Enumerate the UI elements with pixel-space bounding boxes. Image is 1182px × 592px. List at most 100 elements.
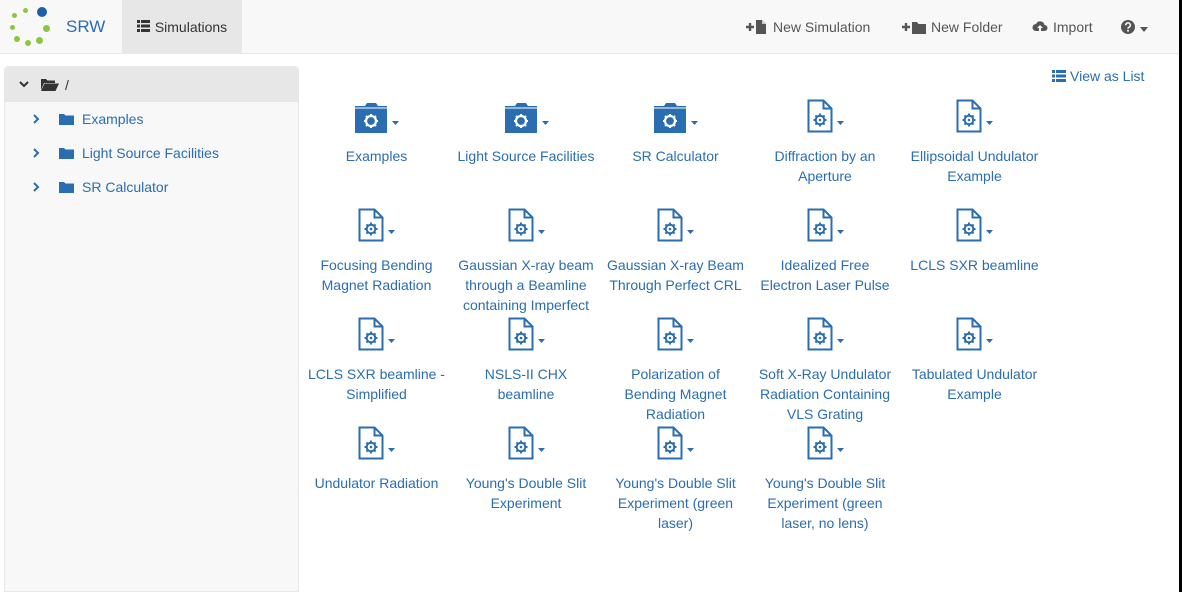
folder-card-label[interactable]: Examples xyxy=(302,146,451,166)
simulation-card[interactable]: LCLS SXR beamline - Simplified xyxy=(302,317,451,404)
simulation-card-label[interactable]: Polarization of Bending Magnet Radiation xyxy=(601,364,750,424)
caret-down-icon[interactable] xyxy=(687,439,694,455)
card-icon-wrap[interactable] xyxy=(601,208,750,245)
card-icon-wrap[interactable] xyxy=(601,100,750,136)
caret-down-icon[interactable] xyxy=(836,221,844,237)
file-gear-icon[interactable] xyxy=(807,426,833,463)
folder-card[interactable]: SR Calculator xyxy=(601,100,750,166)
file-gear-icon[interactable] xyxy=(956,99,982,136)
help-dropdown[interactable] xyxy=(1121,0,1148,54)
simulation-card[interactable]: Soft X-Ray Undulator Radiation Containin… xyxy=(751,317,900,424)
file-gear-icon[interactable] xyxy=(956,208,982,245)
card-icon-wrap[interactable] xyxy=(751,99,900,136)
file-gear-icon[interactable] xyxy=(657,426,683,463)
card-icon-wrap[interactable] xyxy=(751,208,900,245)
chevron-right-icon[interactable] xyxy=(33,182,47,192)
file-gear-icon[interactable] xyxy=(358,426,384,463)
simulation-card-label[interactable]: Diffraction by an Aperture xyxy=(751,146,900,186)
simulation-card-label[interactable]: Ellipsoidal Undulator Example xyxy=(900,146,1049,186)
card-icon-wrap[interactable] xyxy=(452,317,601,354)
caret-down-icon[interactable] xyxy=(836,330,844,346)
card-icon-wrap[interactable] xyxy=(601,426,750,463)
simulation-card[interactable]: Young's Double Slit Experiment (green la… xyxy=(601,426,750,533)
caret-down-icon[interactable] xyxy=(541,112,549,128)
card-icon-wrap[interactable] xyxy=(302,317,451,354)
card-icon-wrap[interactable] xyxy=(302,208,451,245)
simulation-card[interactable]: Tabulated Undulator Example xyxy=(900,317,1049,404)
simulation-card-label[interactable]: Focusing Bending Magnet Radiation xyxy=(302,255,451,295)
caret-down-icon[interactable] xyxy=(986,330,993,346)
simulation-card[interactable]: Focusing Bending Magnet Radiation xyxy=(302,208,451,295)
simulation-card[interactable]: Ellipsoidal Undulator Example xyxy=(900,99,1049,186)
caret-down-icon[interactable] xyxy=(687,221,694,237)
simulation-card[interactable]: Gaussian X-ray beam through a Beamline c… xyxy=(452,208,601,315)
sidebar-item-sr-calculator[interactable]: SR Calculator xyxy=(5,170,298,204)
view-as-list-link[interactable]: View as List xyxy=(1052,68,1144,84)
simulation-card-label[interactable]: Idealized Free Electron Laser Pulse xyxy=(751,255,900,295)
simulation-card[interactable]: NSLS-II CHX beamline xyxy=(452,317,601,404)
caret-down-icon[interactable] xyxy=(691,112,698,128)
card-icon-wrap[interactable] xyxy=(452,208,601,245)
caret-down-icon[interactable] xyxy=(537,330,545,346)
simulation-card-label[interactable]: Gaussian X-ray Beam Through Perfect CRL xyxy=(601,255,750,295)
simulation-card-label[interactable]: Young's Double Slit Experiment (green la… xyxy=(751,473,900,533)
tree-root-item[interactable]: / xyxy=(5,67,298,102)
folder-card-label[interactable]: SR Calculator xyxy=(601,146,750,166)
caret-down-icon[interactable] xyxy=(537,439,545,455)
caret-down-icon[interactable] xyxy=(687,330,694,346)
file-gear-icon[interactable] xyxy=(956,317,982,354)
simulation-card-label[interactable]: Soft X-Ray Undulator Radiation Containin… xyxy=(751,364,900,424)
folder-gear-icon[interactable] xyxy=(354,103,388,136)
simulation-card[interactable]: Young's Double Slit Experiment xyxy=(452,426,601,513)
sidebar-item-light-source-facilities[interactable]: Light Source Facilities xyxy=(5,136,298,170)
simulation-card-label[interactable]: Gaussian X-ray beam through a Beamline c… xyxy=(452,255,601,315)
simulation-card[interactable]: Young's Double Slit Experiment (green la… xyxy=(751,426,900,533)
simulation-card-label[interactable]: Young's Double Slit Experiment (green la… xyxy=(601,473,750,533)
new-simulation-button[interactable]: New Simulation xyxy=(746,0,870,54)
card-icon-wrap[interactable] xyxy=(751,317,900,354)
file-gear-icon[interactable] xyxy=(358,208,384,245)
simulation-card[interactable]: Undulator Radiation xyxy=(302,426,451,493)
card-icon-wrap[interactable] xyxy=(900,208,1049,245)
caret-down-icon[interactable] xyxy=(388,439,395,455)
caret-down-icon[interactable] xyxy=(836,112,844,128)
chevron-right-icon[interactable] xyxy=(33,148,47,158)
caret-down-icon[interactable] xyxy=(986,221,993,237)
caret-down-icon[interactable] xyxy=(836,439,844,455)
folder-gear-icon[interactable] xyxy=(504,103,538,136)
caret-down-icon[interactable] xyxy=(986,112,993,128)
file-gear-icon[interactable] xyxy=(657,317,683,354)
file-gear-icon[interactable] xyxy=(807,99,833,136)
simulation-card-label[interactable]: LCLS SXR beamline - Simplified xyxy=(302,364,451,404)
sidebar-item-examples[interactable]: Examples xyxy=(5,102,298,136)
file-gear-icon[interactable] xyxy=(657,208,683,245)
import-button[interactable]: Import xyxy=(1032,0,1093,54)
file-gear-icon[interactable] xyxy=(508,317,534,354)
brand-link[interactable]: SRW xyxy=(10,7,105,46)
card-icon-wrap[interactable] xyxy=(302,100,451,136)
chevron-down-icon[interactable] xyxy=(19,81,29,88)
file-gear-icon[interactable] xyxy=(807,317,833,354)
simulation-card-label[interactable]: NSLS-II CHX beamline xyxy=(452,364,601,404)
simulation-card[interactable]: Idealized Free Electron Laser Pulse xyxy=(751,208,900,295)
simulation-card[interactable]: LCLS SXR beamline xyxy=(900,208,1049,275)
file-gear-icon[interactable] xyxy=(508,426,534,463)
simulation-card-label[interactable]: Undulator Radiation xyxy=(302,473,451,493)
simulation-card-label[interactable]: Young's Double Slit Experiment xyxy=(452,473,601,513)
simulation-card[interactable]: Diffraction by an Aperture xyxy=(751,99,900,186)
simulation-card[interactable]: Polarization of Bending Magnet Radiation xyxy=(601,317,750,424)
file-gear-icon[interactable] xyxy=(358,317,384,354)
simulation-card[interactable]: Gaussian X-ray Beam Through Perfect CRL xyxy=(601,208,750,295)
caret-down-icon[interactable] xyxy=(537,221,545,237)
folder-gear-icon[interactable] xyxy=(653,103,687,136)
simulation-card-label[interactable]: Tabulated Undulator Example xyxy=(900,364,1049,404)
card-icon-wrap[interactable] xyxy=(302,426,451,463)
folder-card[interactable]: Light Source Facilities xyxy=(452,100,601,166)
folder-card-label[interactable]: Light Source Facilities xyxy=(452,146,601,166)
file-gear-icon[interactable] xyxy=(508,208,534,245)
caret-down-icon[interactable] xyxy=(388,221,395,237)
folder-card[interactable]: Examples xyxy=(302,100,451,166)
caret-down-icon[interactable] xyxy=(392,112,399,128)
simulation-card-label[interactable]: LCLS SXR beamline xyxy=(900,255,1049,275)
card-icon-wrap[interactable] xyxy=(452,426,601,463)
